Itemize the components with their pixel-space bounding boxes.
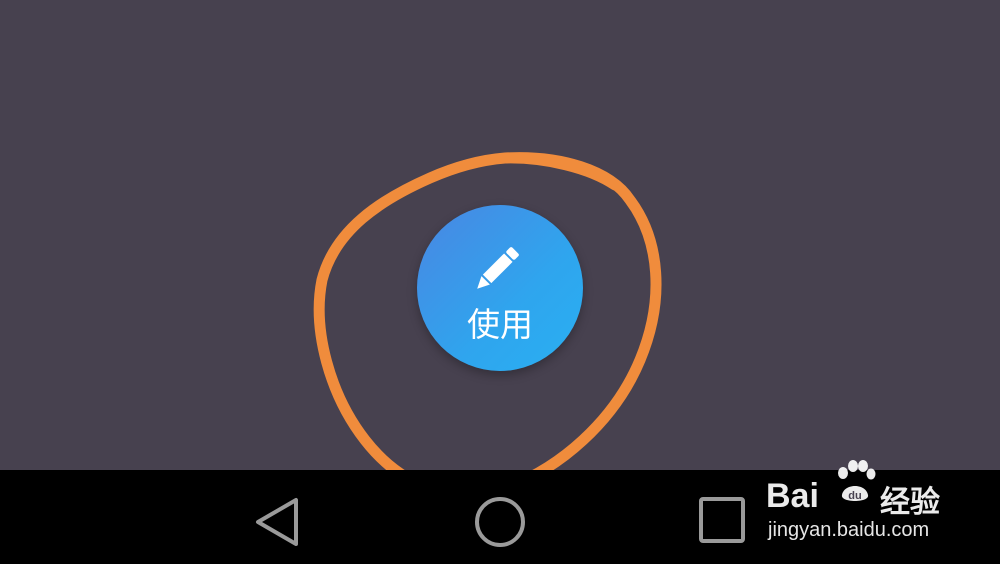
watermark-cn-text: 经验: [880, 485, 940, 520]
baidu-paw-icon: du: [838, 460, 876, 502]
phone-screen: 使用 Bai du 经验 jingyan.baidu.com: [0, 0, 1000, 564]
use-button[interactable]: 使用: [417, 205, 583, 371]
circle-home-icon: [475, 497, 525, 547]
recents-button[interactable]: [682, 470, 762, 564]
watermark-brand: Bai: [766, 477, 819, 515]
square-recents-icon: [699, 497, 745, 543]
back-button[interactable]: [238, 470, 318, 564]
pencil-icon: [477, 247, 519, 289]
home-button[interactable]: [460, 470, 540, 564]
triangle-back-icon: [256, 498, 298, 546]
watermark-brand-suffix: du: [848, 490, 861, 502]
use-button-label: 使用: [467, 305, 533, 344]
watermark-url: jingyan.baidu.com: [768, 519, 930, 541]
baidu-jingyan-watermark: Bai du 经验 jingyan.baidu.com: [762, 455, 994, 555]
